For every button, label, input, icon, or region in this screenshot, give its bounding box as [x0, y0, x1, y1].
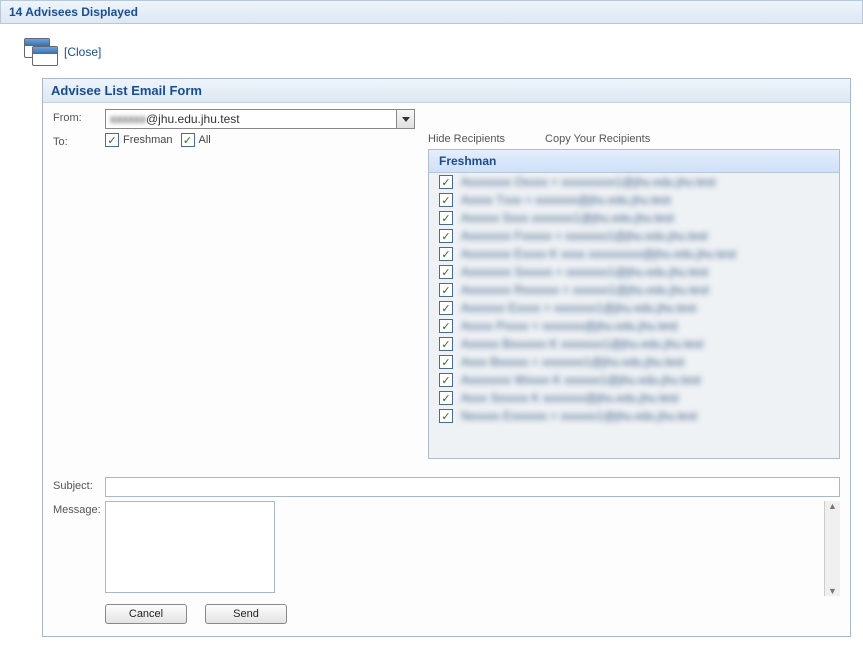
windows-icon: [24, 38, 58, 66]
checkbox-icon[interactable]: ✓: [439, 319, 453, 333]
recipient-text: Axxxx Pxxxx = xxxxxxx@jhu.edu.jhu.test: [461, 319, 678, 333]
scroll-down-icon[interactable]: ▼: [828, 586, 837, 596]
send-button[interactable]: Send: [205, 604, 287, 624]
recipient-text: Axxx Sxxxxx K xxxxxxx@jhu.edu.jhu.test: [461, 391, 679, 405]
recipient-row: ✓ Axxxxxxx Exxxx K xxxx xxxxxxxxx@jhu.edu…: [429, 245, 839, 263]
scrollbar[interactable]: ▲ ▼: [824, 501, 840, 596]
checkbox-icon[interactable]: ✓: [439, 265, 453, 279]
to-option-label: Freshman: [123, 134, 173, 146]
recipient-row: ✓ Axxxxxxx Fxxxxx = xxxxxxx1@jhu.edu.jhu.…: [429, 227, 839, 245]
from-dropdown[interactable]: xxxxxx @jhu.edu.jhu.test: [105, 109, 415, 129]
checkbox-icon[interactable]: ✓: [439, 355, 453, 369]
recipient-text: Axxxxxxx Rxxxxxx = xxxxxx1@jhu.edu.jhu.t…: [461, 283, 709, 297]
checkbox-icon[interactable]: ✓: [439, 409, 453, 423]
recipient-text: Axxxxxxx Exxxx K xxxx xxxxxxxxx@jhu.edu.…: [461, 247, 736, 261]
recipient-row: ✓ Axxxxxx Exxxx = xxxxxxx1@jhu.edu.jhu.te…: [429, 299, 839, 317]
recipient-row: ✓ Axxxxx Bxxxxxx K xxxxxxx1@jhu.edu.jhu.t…: [429, 335, 839, 353]
hide-recipients-link[interactable]: Hide Recipients: [428, 133, 505, 145]
recipient-text: Axxxxxxx Sxxxxx = xxxxxxx1@jhu.edu.jhu.t…: [461, 265, 708, 279]
checkbox-icon[interactable]: ✓: [439, 337, 453, 351]
checkbox-icon[interactable]: ✓: [439, 283, 453, 297]
recipients-panel: Freshman ✓ Axxxxxxx Oxxxx = xxxxxxxxx1@jh…: [428, 149, 840, 459]
form-title: Advisee List Email Form: [43, 79, 850, 103]
checkbox-icon[interactable]: ✓: [439, 211, 453, 225]
checkbox-icon[interactable]: ✓: [439, 175, 453, 189]
checkbox-icon[interactable]: ✓: [439, 193, 453, 207]
checkbox-icon[interactable]: ✓: [181, 133, 195, 147]
recipient-text: Axxxxx Sxxx xxxxxxx1@jhu.edu.jhu.test: [461, 211, 674, 225]
recipient-text: Axxxxxx Exxxx = xxxxxxx1@jhu.edu.jhu.tes…: [461, 301, 696, 315]
close-link[interactable]: [Close]: [64, 45, 101, 59]
recipient-text: Axxx Bxxxxx = xxxxxxx1@jhu.edu.jhu.test: [461, 355, 684, 369]
recipient-text: Nxxxxx Exxxxxx = xxxxxx1@jhu.edu.jhu.tes…: [461, 409, 697, 423]
checkbox-icon[interactable]: ✓: [439, 373, 453, 387]
subject-label: Subject:: [53, 477, 105, 492]
email-form-panel: Advisee List Email Form From: xxxxxx @jh…: [42, 78, 851, 637]
recipient-row: ✓ Axxxxxxx Rxxxxxx = xxxxxx1@jhu.edu.jhu.…: [429, 281, 839, 299]
from-domain-part: @jhu.edu.jhu.test: [146, 112, 240, 126]
to-option[interactable]: ✓ All: [181, 133, 211, 147]
checkbox-icon[interactable]: ✓: [439, 229, 453, 243]
to-option-label: All: [199, 134, 211, 146]
recipient-text: Axxxx Txxx = xxxxxxx@jhu.edu.jhu.test: [461, 193, 671, 207]
cancel-button[interactable]: Cancel: [105, 604, 187, 624]
recipient-row: ✓ Axxxx Pxxxx = xxxxxxx@jhu.edu.jhu.test: [429, 317, 839, 335]
recipient-row: ✓ Axxxx Txxx = xxxxxxx@jhu.edu.jhu.test: [429, 191, 839, 209]
from-label: From:: [53, 109, 105, 124]
recipient-text: Axxxxxxx Fxxxxx = xxxxxxx1@jhu.edu.jhu.t…: [461, 229, 708, 243]
page-header: 14 Advisees Displayed: [0, 0, 863, 24]
from-obscured-part: xxxxxx: [106, 112, 146, 126]
recipient-text: Axxxxx Bxxxxxx K xxxxxxx1@jhu.edu.jhu.te…: [461, 337, 703, 351]
checkbox-icon[interactable]: ✓: [439, 391, 453, 405]
checkbox-icon[interactable]: ✓: [105, 133, 119, 147]
message-label: Message:: [53, 501, 105, 516]
recipient-row: ✓ Nxxxxx Exxxxxx = xxxxxx1@jhu.edu.jhu.te…: [429, 407, 839, 425]
recipient-row: ✓ Axxx Bxxxxx = xxxxxxx1@jhu.edu.jhu.test: [429, 353, 839, 371]
scroll-up-icon[interactable]: ▲: [828, 501, 837, 511]
to-label: To:: [53, 133, 105, 148]
recipient-text: Axxxxxxx Oxxxx = xxxxxxxxx1@jhu.edu.jhu.…: [461, 175, 716, 189]
recipient-row: ✓ Axxx Sxxxxx K xxxxxxx@jhu.edu.jhu.test: [429, 389, 839, 407]
recipient-row: ✓ Axxxxxxx Sxxxxx = xxxxxxx1@jhu.edu.jhu.…: [429, 263, 839, 281]
recipient-row: ✓ Axxxxxxx Wxxxx K xxxxxx1@jhu.edu.jhu.te…: [429, 371, 839, 389]
copy-recipients-link[interactable]: Copy Your Recipients: [545, 133, 650, 145]
message-textarea[interactable]: [105, 501, 275, 593]
subject-input[interactable]: [105, 477, 840, 497]
chevron-down-icon[interactable]: [396, 110, 414, 128]
recipient-row: ✓ Axxxxx Sxxx xxxxxxx1@jhu.edu.jhu.test: [429, 209, 839, 227]
recipient-text: Axxxxxxx Wxxxx K xxxxxx1@jhu.edu.jhu.tes…: [461, 373, 701, 387]
recipient-group-header: Freshman: [429, 150, 839, 173]
page-title: 14 Advisees Displayed: [9, 5, 138, 19]
checkbox-icon[interactable]: ✓: [439, 247, 453, 261]
to-option[interactable]: ✓ Freshman: [105, 133, 173, 147]
recipient-row: ✓ Axxxxxxx Oxxxx = xxxxxxxxx1@jhu.edu.jhu…: [429, 173, 839, 191]
checkbox-icon[interactable]: ✓: [439, 301, 453, 315]
